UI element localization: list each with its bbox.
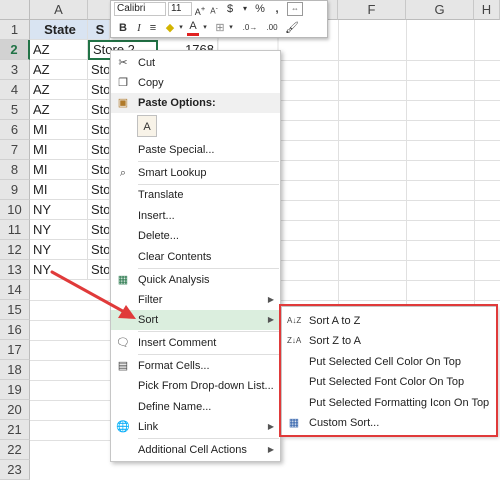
percent-icon[interactable]: % bbox=[253, 1, 267, 17]
menu-item-label: Format Cells... bbox=[138, 360, 210, 372]
menu-item-label: Sort bbox=[138, 314, 159, 326]
menu-separator bbox=[138, 354, 279, 355]
scissors-icon: ✂ bbox=[118, 57, 128, 69]
menu-item-label: Copy bbox=[138, 77, 164, 89]
menu-item-cell-color-on-top[interactable]: Put Selected Cell Color On Top bbox=[282, 352, 496, 372]
menu-item-filter[interactable]: Filter ▶ bbox=[111, 290, 280, 310]
menu-item-sort-a-to-z[interactable]: A↓Z Sort A to Z bbox=[282, 311, 496, 331]
borders-dropdown-icon[interactable]: ▾ bbox=[227, 20, 235, 36]
smart-lookup-icon: ⌕ bbox=[119, 167, 127, 179]
menu-item-label: Pick From Drop-down List... bbox=[138, 380, 274, 392]
menu-item-label: Custom Sort... bbox=[309, 417, 380, 429]
menu-separator bbox=[138, 161, 279, 162]
row-header[interactable]: 23 bbox=[0, 460, 30, 480]
paste-option-icon[interactable]: A bbox=[137, 115, 157, 137]
menu-item-smart-lookup[interactable]: ⌕ Smart Lookup bbox=[111, 163, 280, 183]
font-color-dropdown-icon[interactable]: ▾ bbox=[201, 20, 209, 36]
paste-icon: ▣ bbox=[117, 97, 129, 109]
menu-item-label: Put Selected Formatting Icon On Top bbox=[309, 397, 490, 409]
submenu-arrow-icon: ▶ bbox=[267, 445, 274, 454]
menu-item-label: Quick Analysis bbox=[138, 274, 210, 286]
menu-item-label: Insert... bbox=[138, 210, 175, 222]
menu-item-label: Paste Special... bbox=[138, 144, 215, 156]
currency-icon[interactable]: $ bbox=[223, 1, 237, 17]
merge-icon[interactable]: ⇔ bbox=[287, 2, 303, 16]
menu-item-font-color-on-top[interactable]: Put Selected Font Color On Top bbox=[282, 372, 496, 392]
menu-item-label: Put Selected Cell Color On Top bbox=[309, 356, 462, 368]
menu-item-label: Smart Lookup bbox=[138, 167, 207, 179]
fill-dropdown-icon[interactable]: ▾ bbox=[177, 20, 185, 36]
copy-icon: ❐ bbox=[118, 77, 128, 89]
submenu-arrow-icon: ▶ bbox=[267, 295, 274, 304]
borders-icon[interactable]: ⊞ bbox=[213, 20, 227, 36]
shrink-font-icon[interactable]: A- bbox=[208, 1, 220, 17]
menu-item-cut[interactable]: ✂ Cut bbox=[111, 53, 280, 73]
menu-separator bbox=[138, 331, 279, 332]
sort-az-icon: A↓Z bbox=[287, 316, 302, 325]
mini-toolbar: Calibri 11 A+ A- $ ▾ % , ⇔ B I ≡ ◆ ▾ A ▾… bbox=[110, 0, 328, 38]
menu-item-label: Additional Cell Actions bbox=[138, 444, 247, 456]
bold-button[interactable]: B bbox=[117, 20, 129, 36]
sort-za-icon: Z↓A bbox=[287, 336, 302, 345]
menu-item-paste-special[interactable]: Paste Special... bbox=[111, 140, 280, 160]
decrease-decimal-icon[interactable]: .00 bbox=[263, 20, 281, 36]
menu-item-define-name[interactable]: Define Name... bbox=[111, 397, 280, 417]
submenu-arrow-icon: ▶ bbox=[267, 315, 274, 324]
menu-header-paste-options: ▣ Paste Options: bbox=[111, 93, 280, 113]
menu-item-sort-z-to-a[interactable]: Z↓A Sort Z to A bbox=[282, 331, 496, 351]
font-size-box[interactable]: 11 bbox=[168, 2, 192, 16]
menu-item-label: Cut bbox=[138, 57, 156, 69]
comma-style-icon[interactable]: , bbox=[271, 1, 283, 17]
menu-item-label: Put Selected Font Color On Top bbox=[309, 376, 465, 388]
menu-item-label: Sort A to Z bbox=[309, 315, 361, 327]
menu-item-additional-cell-actions[interactable]: Additional Cell Actions ▶ bbox=[111, 440, 280, 460]
menu-item-label: Define Name... bbox=[138, 401, 212, 413]
custom-sort-icon: ▦ bbox=[288, 417, 300, 429]
currency-dropdown-icon[interactable]: ▾ bbox=[239, 1, 251, 17]
format-painter-icon[interactable]: 🖌 bbox=[285, 20, 299, 36]
menu-item-custom-sort[interactable]: ▦ Custom Sort... bbox=[282, 413, 496, 433]
menu-item-delete[interactable]: Delete... bbox=[111, 226, 280, 246]
grow-font-icon[interactable]: A+ bbox=[194, 1, 206, 17]
menu-item-clear-contents[interactable]: Clear Contents bbox=[111, 247, 280, 267]
menu-item-format-cells[interactable]: ▤ Format Cells... bbox=[111, 356, 280, 376]
menu-item-label: Filter bbox=[138, 294, 163, 306]
menu-item-label: Paste Options: bbox=[138, 97, 216, 109]
menu-item-formatting-icon-on-top[interactable]: Put Selected Formatting Icon On Top bbox=[282, 393, 496, 413]
italic-button[interactable]: I bbox=[133, 20, 145, 36]
context-menu: ✂ Cut ❐ Copy ▣ Paste Options: A Paste Sp… bbox=[110, 50, 281, 462]
menu-item-quick-analysis[interactable]: ▦ Quick Analysis bbox=[111, 270, 280, 290]
menu-item-label: Delete... bbox=[138, 230, 179, 242]
menu-separator bbox=[138, 268, 279, 269]
font-name-box[interactable]: Calibri bbox=[114, 2, 166, 16]
format-cells-icon: ▤ bbox=[117, 360, 129, 372]
menu-item-link[interactable]: 🌐 Link ▶ bbox=[111, 417, 280, 437]
menu-item-label: Link bbox=[138, 421, 159, 433]
quick-analysis-icon: ▦ bbox=[117, 274, 129, 286]
increase-decimal-icon[interactable]: .0→ bbox=[241, 20, 259, 36]
fill-color-icon[interactable]: ◆ bbox=[163, 20, 177, 36]
menu-item-label: Insert Comment bbox=[138, 337, 217, 349]
menu-item-label: Translate bbox=[138, 189, 184, 201]
menu-item-label: Clear Contents bbox=[138, 251, 212, 263]
sort-submenu: A↓Z Sort A to Z Z↓A Sort Z to A Put Sele… bbox=[281, 306, 497, 436]
align-center-icon[interactable]: ≡ bbox=[147, 20, 159, 36]
font-color-icon[interactable]: A bbox=[187, 20, 199, 36]
menu-item-label: Sort Z to A bbox=[309, 335, 361, 347]
submenu-arrow-icon: ▶ bbox=[267, 422, 274, 431]
menu-separator bbox=[138, 438, 279, 439]
menu-item-translate[interactable]: Translate bbox=[111, 185, 280, 205]
menu-item-pick-dropdown[interactable]: Pick From Drop-down List... bbox=[111, 376, 280, 396]
link-icon: 🌐 bbox=[116, 421, 130, 433]
menu-item-sort[interactable]: Sort ▶ bbox=[111, 310, 280, 330]
menu-item-insert-comment[interactable]: 🗨 Insert Comment bbox=[111, 333, 280, 353]
comment-icon: 🗨 bbox=[116, 337, 130, 349]
menu-item-insert[interactable]: Insert... bbox=[111, 206, 280, 226]
menu-item-copy[interactable]: ❐ Copy bbox=[111, 73, 280, 93]
